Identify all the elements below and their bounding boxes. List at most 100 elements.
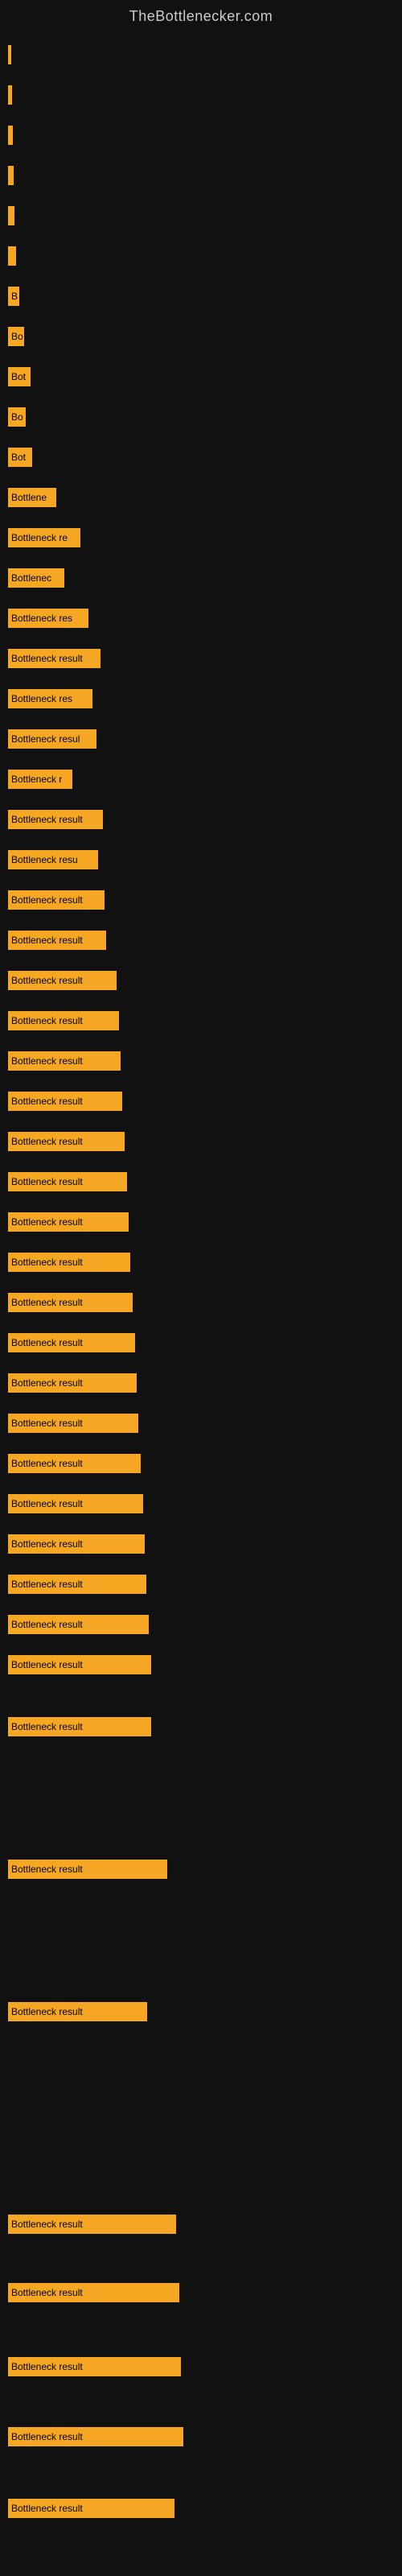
bar: Bottleneck result bbox=[8, 1414, 138, 1433]
bar: Bottleneck result bbox=[8, 1717, 151, 1736]
bar: Bottleneck res bbox=[8, 609, 88, 628]
bar: Bottleneck result bbox=[8, 1172, 127, 1191]
bar: Bottleneck result bbox=[8, 2499, 174, 2518]
bar-row: Bottleneck result bbox=[8, 1293, 133, 1312]
bar-label: Bottleneck result bbox=[11, 1418, 83, 1429]
bar-row: Bottleneck result bbox=[8, 1494, 143, 1513]
bar-row: Bottleneck result bbox=[8, 1717, 151, 1736]
bar: Bottleneck result bbox=[8, 1212, 129, 1232]
bar: Bottleneck result bbox=[8, 2427, 183, 2446]
bar-row: Bottleneck result bbox=[8, 1534, 145, 1554]
bar-row bbox=[8, 166, 14, 185]
bar-label: Bottleneck result bbox=[11, 1864, 83, 1875]
bar-row: Bottleneck result bbox=[8, 1575, 146, 1594]
bar: B bbox=[8, 287, 19, 306]
bar-label: Bottleneck result bbox=[11, 2361, 83, 2372]
bar: Bottleneck result bbox=[8, 1454, 141, 1473]
bar-row bbox=[8, 85, 12, 105]
bar-row: Bottleneck result bbox=[8, 1454, 141, 1473]
bar-label: Bottleneck result bbox=[11, 1659, 83, 1670]
bar-row: Bottleneck result bbox=[8, 1655, 151, 1674]
bar-label: Bottleneck result bbox=[11, 1458, 83, 1469]
bar: Bottleneck result bbox=[8, 810, 103, 829]
bar-row: Bot bbox=[8, 367, 31, 386]
bar-row: Bot bbox=[8, 448, 32, 467]
bar-label: Bottleneck res bbox=[11, 613, 72, 624]
bar-label: Bot bbox=[11, 452, 26, 463]
bar-row: Bottleneck result bbox=[8, 2215, 176, 2234]
bar-label: Bottleneck resu bbox=[11, 854, 78, 865]
bar bbox=[8, 126, 13, 145]
bar-row: Bottleneck result bbox=[8, 1212, 129, 1232]
bar-row: Bottleneck resu bbox=[8, 850, 98, 869]
bar-label: Bottleneck result bbox=[11, 1176, 83, 1187]
bar: Bottleneck result bbox=[8, 1615, 149, 1634]
bar-label: Bottleneck result bbox=[11, 653, 83, 664]
bar: Bottleneck result bbox=[8, 2215, 176, 2234]
bar-label: B bbox=[11, 291, 18, 302]
bar-row: Bottleneck result bbox=[8, 2357, 181, 2376]
bar: Bottlene bbox=[8, 488, 56, 507]
bar: Bottleneck result bbox=[8, 931, 106, 950]
bar-row: Bottleneck result bbox=[8, 931, 106, 950]
bar-row: Bottleneck result bbox=[8, 1051, 121, 1071]
bar-label: Bottleneck result bbox=[11, 2219, 83, 2230]
bar-label: Bottleneck result bbox=[11, 1015, 83, 1026]
bar-label: Bottleneck result bbox=[11, 1377, 83, 1389]
bar-row: Bottleneck result bbox=[8, 1615, 149, 1634]
bar bbox=[8, 246, 16, 266]
bar-row: Bo bbox=[8, 327, 24, 346]
bar bbox=[8, 85, 12, 105]
bar: Bottleneck result bbox=[8, 1253, 130, 1272]
bar-label: Bottleneck result bbox=[11, 2503, 83, 2514]
bar: Bottleneck result bbox=[8, 1132, 125, 1151]
bar: Bottleneck result bbox=[8, 2283, 179, 2302]
bar-label: Bottleneck result bbox=[11, 1579, 83, 1590]
bar: Bottleneck result bbox=[8, 971, 117, 990]
bar-row: B bbox=[8, 287, 19, 306]
bar: Bot bbox=[8, 448, 32, 467]
bar: Bottleneck resu bbox=[8, 850, 98, 869]
bar-label: Bottleneck r bbox=[11, 774, 62, 785]
bar-row: Bottleneck result bbox=[8, 2427, 183, 2446]
bar-label: Bottleneck result bbox=[11, 1096, 83, 1107]
bar: Bottleneck result bbox=[8, 649, 100, 668]
bar-label: Bottleneck result bbox=[11, 1619, 83, 1630]
bar bbox=[8, 206, 14, 225]
bar-row: Bottleneck result bbox=[8, 1860, 167, 1879]
bar: Bottleneck res bbox=[8, 689, 92, 708]
site-title: TheBottlenecker.com bbox=[0, 0, 402, 29]
bar-row: Bottleneck result bbox=[8, 1011, 119, 1030]
bar-label: Bottleneck result bbox=[11, 1721, 83, 1732]
bar: Bottleneck result bbox=[8, 1092, 122, 1111]
bar: Bottleneck result bbox=[8, 1293, 133, 1312]
bar: Bot bbox=[8, 367, 31, 386]
bar-row bbox=[8, 246, 16, 266]
bar-label: Bottleneck res bbox=[11, 693, 72, 704]
bar-label: Bottleneck result bbox=[11, 1257, 83, 1268]
bar: Bottleneck re bbox=[8, 528, 80, 547]
bar-row: Bottleneck result bbox=[8, 1333, 135, 1352]
bar-label: Bottleneck result bbox=[11, 1337, 83, 1348]
bar: Bottleneck result bbox=[8, 1051, 121, 1071]
bar: Bottleneck result bbox=[8, 1575, 146, 1594]
bar-row: Bottleneck res bbox=[8, 609, 88, 628]
bar-row: Bottleneck result bbox=[8, 1172, 127, 1191]
bar-label: Bo bbox=[11, 411, 23, 423]
bar-row: Bottleneck resul bbox=[8, 729, 96, 749]
bar-row: Bottleneck result bbox=[8, 1132, 125, 1151]
bar-label: Bottleneck result bbox=[11, 1216, 83, 1228]
bar: Bottleneck result bbox=[8, 1011, 119, 1030]
bar-row: Bottleneck result bbox=[8, 1373, 137, 1393]
bar-row bbox=[8, 126, 13, 145]
bar-label: Bottleneck result bbox=[11, 1136, 83, 1147]
bar-label: Bottlenec bbox=[11, 572, 51, 584]
bar-row: Bottleneck result bbox=[8, 649, 100, 668]
bar-label: Bottleneck result bbox=[11, 894, 83, 906]
bar: Bottleneck result bbox=[8, 1373, 137, 1393]
bar: Bottleneck result bbox=[8, 1333, 135, 1352]
bar-row: Bottleneck result bbox=[8, 1414, 138, 1433]
bar bbox=[8, 45, 11, 64]
bar-label: Bottleneck result bbox=[11, 814, 83, 825]
bar: Bottleneck r bbox=[8, 770, 72, 789]
